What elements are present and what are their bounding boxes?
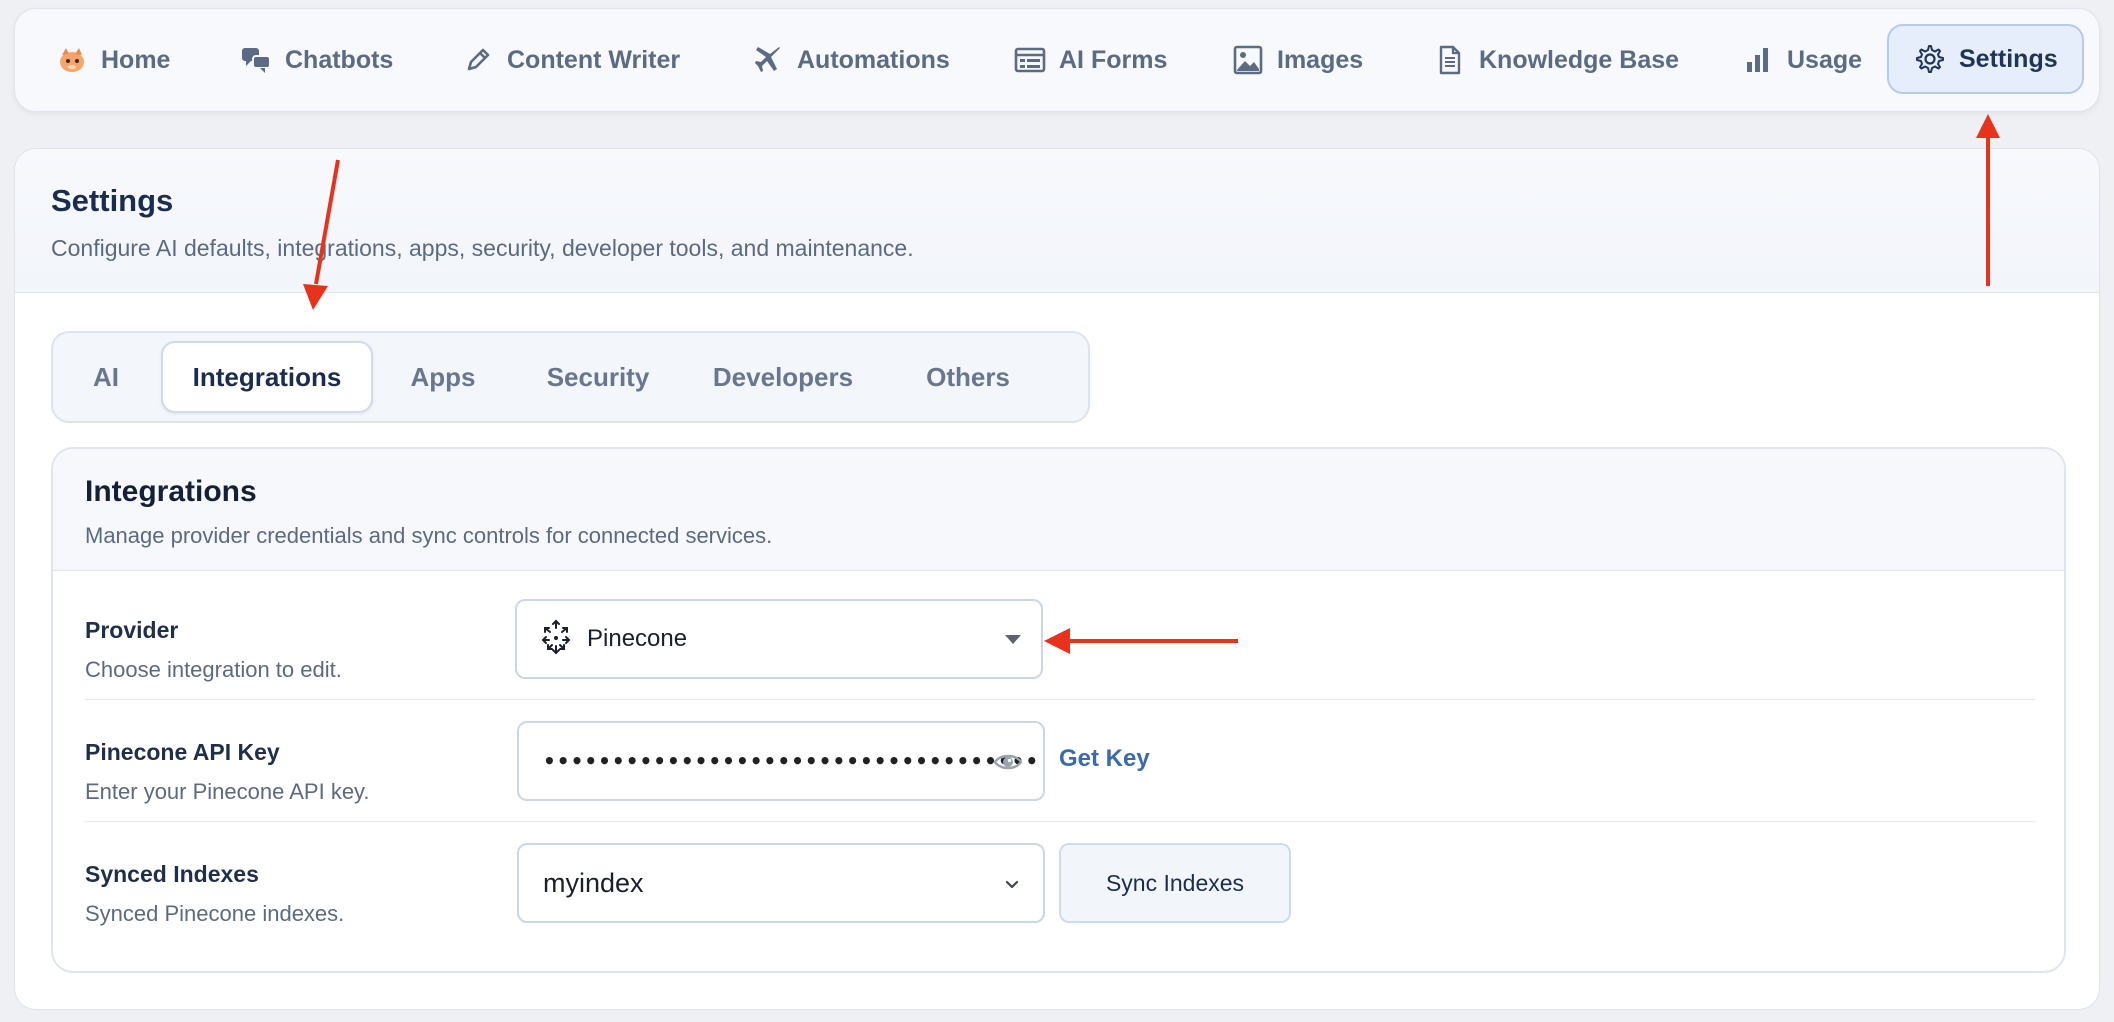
integrations-title: Integrations: [85, 475, 257, 508]
api-key-masked-value: ••••••••••••••••••••••••••••••••••••: [543, 749, 1040, 773]
pencil-icon: [461, 43, 495, 77]
tab-others[interactable]: Others: [893, 341, 1043, 413]
page-title: Settings: [51, 183, 174, 218]
api-key-input[interactable]: ••••••••••••••••••••••••••••••••••••: [517, 721, 1045, 801]
nav-label-knowledge-base: Knowledge Base: [1479, 45, 1680, 74]
api-key-help: Enter your Pinecone API key.: [85, 779, 370, 804]
chat-bubbles-icon: [239, 43, 273, 77]
index-select-value: myindex: [543, 867, 644, 898]
nav-item-content-writer[interactable]: Content Writer: [461, 25, 680, 95]
settings-tabs: AI Integrations Apps Security Developers…: [51, 331, 1090, 423]
caret-down-icon: [1005, 635, 1021, 644]
form-icon: [1013, 43, 1047, 77]
nav-item-ai-forms[interactable]: AI Forms: [1013, 25, 1167, 95]
settings-header: Settings Configure AI defaults, integrat…: [15, 149, 2099, 293]
nav-label-settings: Settings: [1959, 44, 2058, 73]
nav-label-home: Home: [101, 45, 171, 74]
page-subtitle: Configure AI defaults, integrations, app…: [51, 235, 914, 261]
synced-indexes-help: Synced Pinecone indexes.: [85, 901, 345, 926]
pinecone-icon: [539, 618, 573, 661]
integrations-header: Integrations Manage provider credentials…: [53, 449, 2064, 571]
provider-select[interactable]: Pinecone: [515, 599, 1043, 679]
mascot-icon: [55, 43, 89, 77]
top-navigation: Home Chatbots Content Writer Automations…: [14, 8, 2100, 112]
bar-chart-icon: [1741, 43, 1775, 77]
nav-label-usage: Usage: [1787, 45, 1863, 74]
row-divider: [85, 699, 2035, 700]
nav-item-images[interactable]: Images: [1231, 25, 1363, 95]
integrations-subtitle: Manage provider credentials and sync con…: [85, 523, 773, 548]
nav-item-automations[interactable]: Automations: [751, 25, 950, 95]
image-icon: [1231, 43, 1265, 77]
index-select[interactable]: myindex: [517, 843, 1045, 923]
row-divider: [85, 821, 2035, 822]
tab-integrations[interactable]: Integrations: [161, 341, 373, 413]
document-icon: [1433, 43, 1467, 77]
nav-label-ai-forms: AI Forms: [1059, 45, 1168, 74]
nav-item-settings[interactable]: Settings: [1887, 24, 2084, 94]
nav-item-usage[interactable]: Usage: [1741, 25, 1862, 95]
api-key-label: Pinecone API Key: [85, 739, 280, 765]
nav-label-images: Images: [1277, 45, 1364, 74]
synced-indexes-label: Synced Indexes: [85, 861, 259, 887]
nav-label-chatbots: Chatbots: [285, 45, 394, 74]
tab-ai[interactable]: AI: [61, 341, 151, 413]
tab-security[interactable]: Security: [523, 341, 673, 413]
tab-developers[interactable]: Developers: [693, 341, 873, 413]
tab-apps[interactable]: Apps: [383, 341, 503, 413]
nav-label-automations: Automations: [797, 45, 950, 74]
nav-item-chatbots[interactable]: Chatbots: [239, 25, 393, 95]
provider-help: Choose integration to edit.: [85, 657, 342, 682]
airplane-icon: [751, 43, 785, 77]
eye-icon[interactable]: [993, 747, 1023, 782]
nav-item-home[interactable]: Home: [55, 25, 170, 95]
settings-card: Settings Configure AI defaults, integrat…: [14, 148, 2100, 1010]
nav-label-content-writer: Content Writer: [507, 45, 681, 74]
provider-label: Provider: [85, 617, 179, 643]
nav-item-knowledge-base[interactable]: Knowledge Base: [1433, 25, 1679, 95]
provider-value: Pinecone: [587, 625, 688, 652]
sync-indexes-button[interactable]: Sync Indexes: [1059, 843, 1291, 923]
chevron-down-icon: [1003, 875, 1021, 898]
integrations-panel: Integrations Manage provider credentials…: [51, 447, 2066, 973]
get-key-link[interactable]: Get Key: [1059, 745, 1150, 773]
gear-icon: [1913, 42, 1947, 76]
